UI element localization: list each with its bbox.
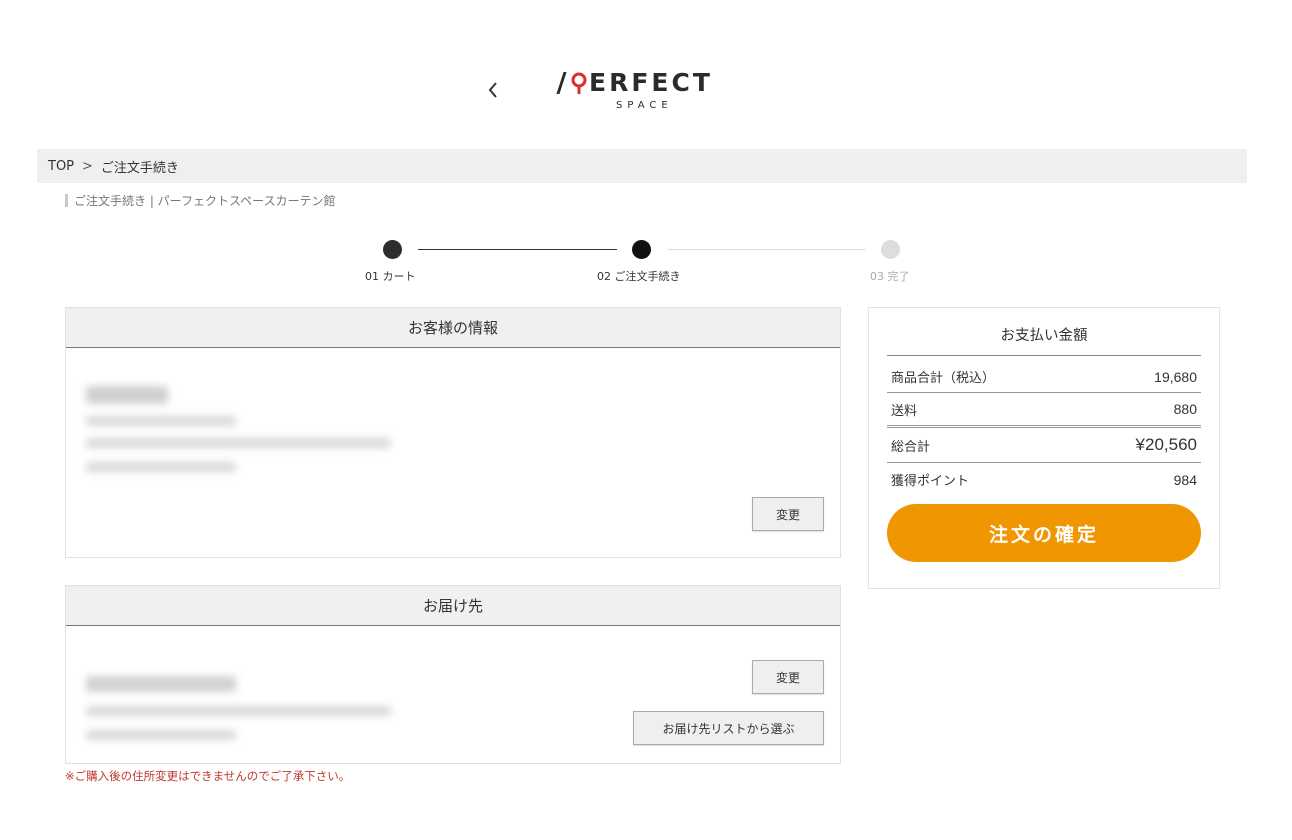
heading-bar — [65, 194, 68, 207]
customer-change-button[interactable]: 変更 — [752, 497, 824, 531]
breadcrumb: TOP > ご注文手続き — [37, 149, 1247, 183]
step-label-checkout: 02 ご注文手続き — [597, 270, 681, 283]
points-value: 984 — [1173, 471, 1197, 488]
confirm-order-button[interactable]: 注文の確定 — [887, 504, 1201, 562]
customer-name-redacted — [86, 386, 168, 404]
customer-address-redacted — [86, 416, 236, 426]
summary-title: お支払い金額 — [887, 324, 1201, 356]
subtotal-label: 商品合計（税込） — [891, 371, 996, 386]
shipping-value: 880 — [1173, 401, 1197, 417]
summary-row-total: 総合計 ¥20,560 — [887, 428, 1201, 463]
logo-wordmark: ERFECT — [556, 68, 713, 97]
payment-summary: お支払い金額 商品合計（税込） 19,680 送料 880 総合計 ¥20,56… — [868, 307, 1220, 589]
delivery-phone-redacted — [86, 730, 236, 740]
customer-info-title: お客様の情報 — [66, 308, 840, 348]
delivery-address-redacted — [86, 706, 391, 716]
points-label: 獲得ポイント — [891, 474, 970, 489]
chevron-left-icon — [488, 82, 497, 98]
breadcrumb-home-link[interactable]: TOP — [48, 159, 74, 174]
delivery-name-redacted — [86, 676, 236, 692]
site-logo[interactable]: ERFECT SPACE — [556, 64, 730, 116]
summary-row-shipping: 送料 880 — [887, 393, 1201, 428]
step-line-2 — [668, 249, 866, 250]
logo-slash — [556, 71, 567, 94]
map-pin-icon — [571, 72, 587, 94]
step-label-complete: 03 完了 — [870, 270, 910, 283]
subtotal-value: 19,680 — [1154, 368, 1197, 385]
step-dot-cart — [383, 240, 402, 259]
breadcrumb-separator: > — [82, 158, 93, 174]
shipping-label: 送料 — [891, 403, 918, 419]
step-line-1 — [418, 249, 617, 250]
step-dot-complete — [881, 240, 900, 259]
delivery-panel: お届け先 変更 お届け先リストから選ぶ — [65, 585, 841, 764]
logo-text: ERFECT — [589, 68, 713, 97]
delivery-change-button[interactable]: 変更 — [752, 660, 824, 694]
choose-from-address-list-button[interactable]: お届け先リストから選ぶ — [633, 711, 824, 745]
breadcrumb-current: ご注文手続き — [100, 160, 179, 176]
step-dot-checkout — [632, 240, 651, 259]
back-button[interactable] — [482, 78, 504, 102]
page-title: ご注文手続き | パーフェクトスペースカーテン館 — [74, 194, 336, 208]
total-label: 総合計 — [891, 439, 931, 455]
customer-email-redacted — [86, 438, 391, 448]
address-change-notice: ※ご購入後の住所変更はできませんのでご了承下さい。 — [65, 769, 351, 783]
customer-phone-redacted — [86, 462, 236, 472]
summary-row-points: 獲得ポイント 984 — [887, 463, 1201, 496]
order-steps: 01 カート 02 ご注文手続き 03 完了 — [0, 238, 1292, 288]
logo-subtext: SPACE — [616, 100, 673, 111]
summary-row-subtotal: 商品合計（税込） 19,680 — [887, 361, 1201, 393]
page-heading: ご注文手続き | パーフェクトスペースカーテン館 — [65, 192, 336, 209]
customer-info-panel: お客様の情報 変更 — [65, 307, 841, 558]
total-value: ¥20,560 — [1135, 435, 1197, 454]
step-label-cart: 01 カート — [365, 270, 416, 283]
delivery-title: お届け先 — [66, 586, 840, 626]
